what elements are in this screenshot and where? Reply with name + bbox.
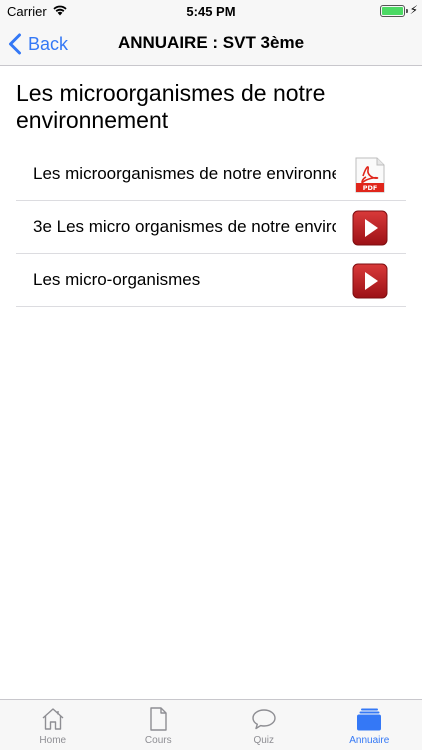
page-title: Les microorganismes de notre environneme… (16, 80, 326, 133)
tab-home[interactable]: Home (0, 700, 106, 750)
tab-label: Quiz (253, 735, 275, 746)
folder-icon (357, 708, 382, 731)
tab-cours[interactable]: Cours (106, 700, 212, 750)
video-play-icon (352, 263, 388, 299)
navigation-bar: Back ANNUAIRE : SVT 3ème (0, 22, 422, 66)
battery-nub (406, 9, 408, 13)
main-content: Les microorganismes de notre environneme… (0, 66, 422, 307)
chevron-left-icon (9, 33, 21, 55)
list-item[interactable]: 3e Les micro organismes de notre environ… (16, 201, 406, 254)
list-item-label: 3e Les micro organismes de notre environ… (33, 217, 336, 236)
document-icon (150, 707, 167, 731)
carrier-label: Carrier (7, 4, 47, 19)
resource-list: Les microorganismes de notre environneme… (16, 148, 406, 307)
charging-bolt-icon: ⚡ (409, 3, 418, 17)
back-button-label: Back (28, 33, 69, 54)
svg-text:PDF: PDF (363, 184, 378, 192)
list-item[interactable]: Les micro-organismes (16, 254, 406, 307)
tab-annuaire[interactable]: Annuaire (317, 700, 422, 750)
list-item-label: Les microorganismes de notre environneme… (33, 164, 336, 183)
tab-label: Home (39, 735, 67, 746)
chat-bubble-icon (252, 709, 276, 730)
list-item[interactable]: Les microorganismes de notre environneme… (16, 148, 406, 201)
battery-level (382, 7, 403, 15)
home-icon (42, 708, 64, 730)
pdf-icon: PDF (355, 157, 385, 193)
status-bar: Carrier 5:45 PM ⚡ (0, 0, 422, 22)
tab-label: Cours (144, 735, 172, 746)
tab-quiz[interactable]: Quiz (211, 700, 317, 750)
list-item-label: Les micro-organismes (33, 270, 201, 289)
tab-bar: Home Cours Quiz Annuaire (0, 699, 422, 750)
tab-label: Annuaire (349, 735, 390, 746)
back-button[interactable]: Back (8, 31, 68, 57)
video-play-icon (352, 210, 388, 246)
wifi-icon (53, 5, 67, 16)
battery-icon (380, 5, 405, 17)
